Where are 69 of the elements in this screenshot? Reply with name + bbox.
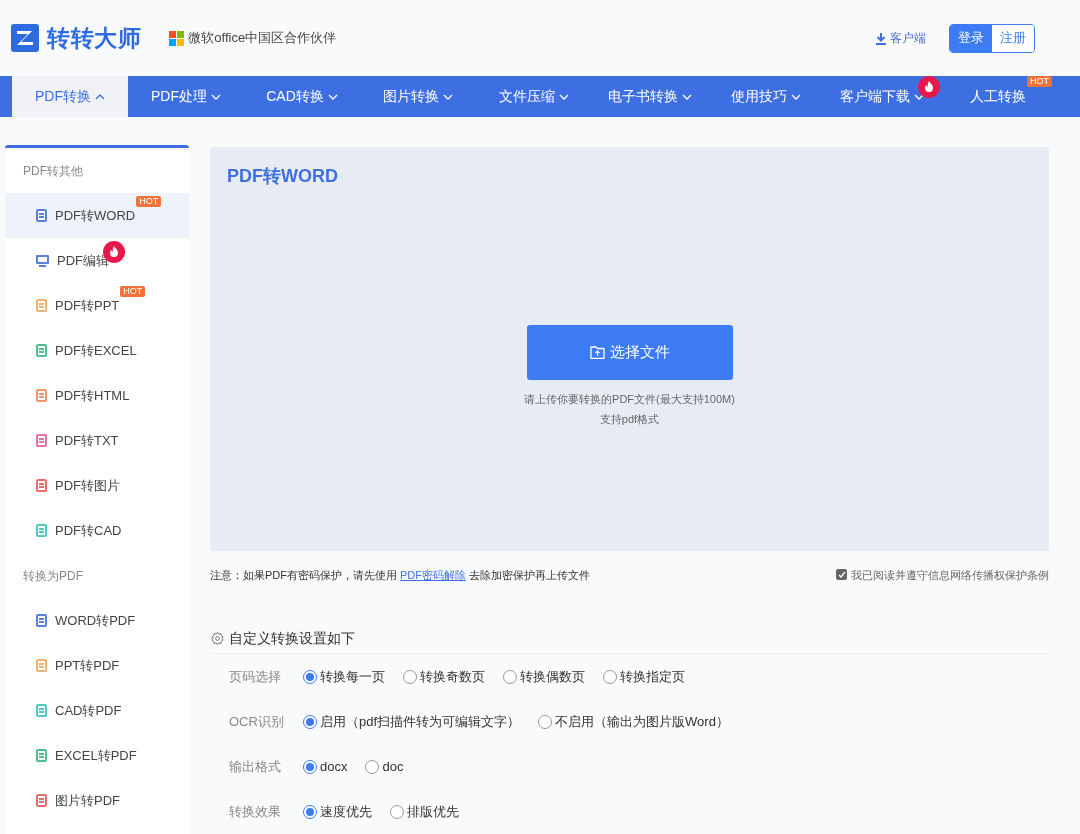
settings-icon [210, 631, 225, 646]
radio-button[interactable] [303, 804, 317, 819]
format-hint: 支持pdf格式 [598, 411, 661, 427]
nav-tab[interactable]: PDF转换 [12, 76, 128, 117]
radio-option[interactable]: 排版优先 [390, 801, 459, 822]
radio-button[interactable] [403, 669, 417, 684]
radio-button[interactable] [538, 714, 553, 729]
setting-label: 页码选择 [229, 667, 282, 686]
nav-tab[interactable]: 电子书转换 [592, 76, 708, 117]
sidebar-item[interactable]: PDF转PPT HOT [5, 283, 189, 328]
sidebar-item[interactable]: PPT转PDF [5, 643, 189, 688]
nav-tab[interactable]: 人工转换 HOT [940, 76, 1056, 117]
radio-button[interactable] [603, 669, 617, 684]
settings-title: 自定义转换设置如下 [229, 629, 355, 648]
upload-title: PDF转WORD [227, 165, 339, 188]
sidebar-item[interactable]: WORD转PDF [5, 598, 189, 643]
radio-option[interactable]: 启用（pdf扫描件转为可编辑文字） [303, 711, 521, 732]
sidebar-item[interactable]: PDF转WORD HOT [5, 193, 189, 238]
client-download-link[interactable]: 客户端 [875, 29, 926, 47]
windows-logo-icon [169, 30, 185, 46]
radio-option[interactable]: 不启用（输出为图片版Word） [538, 711, 729, 732]
setting-label: OCR识别 [229, 712, 285, 731]
hot-badge: HOT [1027, 76, 1052, 87]
upload-hint: 请上传你要转换的PDF文件(最大支持100M) [523, 392, 736, 407]
sidebar-section-title: 转换为PDF [22, 567, 84, 585]
radio-option[interactable]: 转换每一页 [303, 666, 385, 687]
sidebar-item[interactable]: CAD转PDF [5, 688, 189, 733]
sidebar-item[interactable]: EXCEL转PDF [5, 733, 189, 778]
nav-tab[interactable]: 图片转换 [360, 76, 476, 117]
radio-option[interactable]: doc [365, 756, 404, 777]
partner-text: 微软office中国区合作伙伴 [188, 29, 337, 48]
download-icon [875, 31, 887, 45]
radio-option[interactable]: 转换指定页 [603, 666, 685, 687]
logo-icon [11, 24, 39, 52]
agreement-checkbox[interactable] [836, 569, 847, 581]
nav-tab[interactable]: 使用技巧 [708, 76, 824, 117]
agreement-label: 我已阅读并遵守信息网络传播权保护条例 [851, 567, 1049, 583]
sidebar-item[interactable]: PDF转TXT [5, 418, 189, 463]
sidebar-section-title: PDF转其他 [22, 162, 84, 180]
radio-option[interactable]: 转换奇数页 [403, 666, 485, 687]
radio-button[interactable] [303, 759, 317, 774]
sidebar-item[interactable]: PDF转EXCEL [5, 328, 189, 373]
folder-upload-icon [589, 346, 605, 359]
radio-option[interactable]: docx [303, 756, 348, 777]
radio-button[interactable] [503, 669, 517, 684]
select-file-button[interactable]: 选择文件 [526, 325, 733, 380]
sidebar-item[interactable]: PDF转CAD [5, 508, 189, 553]
register-button[interactable]: 注册 [992, 24, 1034, 52]
nav-tab[interactable]: PDF处理 [128, 76, 244, 117]
radio-option[interactable]: 转换偶数页 [503, 666, 585, 687]
pdf-unlock-link[interactable]: PDF密码解除 [400, 566, 466, 583]
radio-button[interactable] [303, 669, 317, 684]
nav-tab[interactable]: 客户端下载 [824, 76, 940, 117]
radio-button[interactable] [390, 804, 404, 819]
brand-name: 转转大师 [47, 23, 142, 53]
notice-text: 注意：如果PDF有密码保护，请先使用 PDF密码解除 去除加密保护再上传文件 [210, 566, 590, 583]
setting-label: 转换效果 [229, 802, 282, 821]
nav-tab[interactable]: 文件压缩 [476, 76, 592, 117]
hot-badge: HOT [120, 285, 146, 297]
sidebar-item[interactable]: PDF转HTML [5, 373, 189, 418]
login-button[interactable]: 登录 [950, 24, 992, 52]
radio-button[interactable] [365, 759, 380, 774]
nav-tab[interactable]: CAD转换 [244, 76, 360, 117]
setting-label: 输出格式 [229, 757, 282, 776]
hot-badge: HOT [136, 195, 162, 207]
sidebar-item[interactable]: 图片转PDF [5, 778, 189, 823]
sidebar-item[interactable]: PDF转图片 [5, 463, 189, 508]
radio-option[interactable]: 速度优先 [303, 801, 372, 822]
radio-button[interactable] [303, 714, 317, 729]
